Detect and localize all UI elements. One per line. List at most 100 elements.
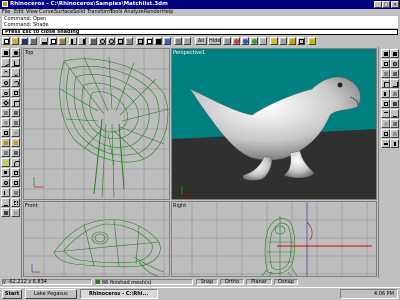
environment-button[interactable] <box>259 37 267 45</box>
right-tool-7[interactable] <box>381 79 390 88</box>
curve-tool[interactable] <box>1 68 10 77</box>
minimize-button[interactable]: _ <box>374 1 382 8</box>
start-button[interactable]: Start <box>2 289 22 299</box>
copy-tool[interactable] <box>11 168 20 177</box>
right-tool-8[interactable] <box>390 79 399 88</box>
texture-button[interactable] <box>279 37 287 45</box>
loft-tool[interactable] <box>11 108 20 117</box>
redo-button[interactable] <box>78 37 86 45</box>
planar-toggle[interactable]: Planar <box>246 279 272 285</box>
rhino-app-icon[interactable] <box>2 1 8 7</box>
right-tool-2[interactable] <box>390 49 399 58</box>
command-prompt[interactable]: Press Esc to close shading <box>2 29 398 35</box>
sphere-tool[interactable] <box>11 128 20 137</box>
zoom-button[interactable] <box>107 37 115 45</box>
menu-edit[interactable]: Edit <box>14 9 24 16</box>
copy-button[interactable] <box>49 37 57 45</box>
viewport-front[interactable]: Front <box>23 201 170 277</box>
join-tool[interactable] <box>11 148 20 157</box>
properties-button[interactable] <box>174 37 182 45</box>
rotate-view-button[interactable] <box>98 37 106 45</box>
shade-button[interactable] <box>232 37 240 45</box>
viewport-top[interactable]: Top <box>23 48 170 200</box>
scale-tool[interactable] <box>11 178 20 187</box>
array-tool[interactable] <box>11 188 20 197</box>
right-tool-12[interactable] <box>390 99 399 108</box>
layer-button[interactable] <box>163 37 171 45</box>
menu-help[interactable]: Help <box>162 9 173 16</box>
right-tool-11[interactable] <box>381 99 390 108</box>
arc-tool[interactable] <box>11 78 20 87</box>
menu-solid[interactable]: Solid <box>73 9 85 16</box>
options-button[interactable] <box>297 37 305 45</box>
freeform-curve-tool[interactable] <box>11 68 20 77</box>
right-tool-19[interactable] <box>381 139 390 148</box>
hide-button[interactable]: Hide <box>208 37 221 45</box>
color-button[interactable] <box>288 37 296 45</box>
right-tool-18[interactable] <box>390 129 399 138</box>
ellipse-tool[interactable] <box>1 88 10 97</box>
circle-tool[interactable] <box>1 78 10 87</box>
fillet-tool[interactable] <box>11 158 20 167</box>
light-button[interactable] <box>270 37 278 45</box>
print-button[interactable] <box>29 37 37 45</box>
menu-analyze[interactable]: Analyze <box>124 9 144 16</box>
menu-render[interactable]: Render <box>144 9 162 16</box>
right-tool-14[interactable] <box>390 109 399 118</box>
menu-surface[interactable]: Surface <box>54 9 73 16</box>
polygon-tool[interactable] <box>1 98 10 107</box>
render-tool[interactable] <box>11 208 20 217</box>
open-file-button[interactable] <box>11 37 19 45</box>
taskbar-item-lake-pegasus[interactable]: Lake Pegasus <box>25 289 77 299</box>
right-tool-5[interactable] <box>381 69 390 78</box>
right-tool-6[interactable] <box>390 69 399 78</box>
object-properties-button[interactable] <box>183 37 191 45</box>
layer-all-button[interactable]: All <box>195 37 207 45</box>
move-tool[interactable] <box>1 168 10 177</box>
right-tool-9[interactable] <box>381 89 390 98</box>
polyline-tool[interactable] <box>11 58 20 67</box>
close-button[interactable]: × <box>391 1 399 8</box>
rectangle-tool[interactable] <box>11 88 20 97</box>
cut-button[interactable] <box>40 37 48 45</box>
render-preview-button[interactable] <box>241 37 249 45</box>
render-button[interactable] <box>223 37 231 45</box>
box-tool[interactable] <box>1 128 10 137</box>
right-tool-13[interactable] <box>381 109 390 118</box>
snap-toggle[interactable]: Snap <box>196 279 218 285</box>
menu-curve[interactable]: Curve <box>39 9 54 16</box>
save-button[interactable] <box>20 37 28 45</box>
dimension-tool[interactable] <box>1 198 10 207</box>
right-tool-3[interactable] <box>381 59 390 68</box>
right-tool-17[interactable] <box>381 129 390 138</box>
grid-button[interactable] <box>136 37 144 45</box>
right-tool-1[interactable] <box>381 49 390 58</box>
point-tool[interactable] <box>11 48 20 57</box>
undo-button[interactable] <box>69 37 77 45</box>
select-tool[interactable] <box>1 48 10 57</box>
help-button[interactable] <box>308 37 316 45</box>
mesh-tool[interactable] <box>11 198 20 207</box>
pan-button[interactable] <box>89 37 97 45</box>
new-file-button[interactable] <box>2 37 10 45</box>
taskbar-item-rhinoceros[interactable]: Rhinoceros - C:\Rhi... <box>80 289 158 299</box>
menu-transform[interactable]: Transform <box>87 9 112 16</box>
viewport-perspective[interactable]: Perspective1 <box>171 48 377 200</box>
revolve-tool[interactable] <box>1 118 10 127</box>
rotate-tool[interactable] <box>1 178 10 187</box>
mirror-tool[interactable] <box>1 188 10 197</box>
osnap-toggle[interactable]: Osnap <box>274 279 298 285</box>
viewport-button[interactable] <box>145 37 153 45</box>
menu-tools[interactable]: Tools <box>110 9 122 16</box>
analyze-tool[interactable] <box>1 208 10 217</box>
select-button[interactable] <box>154 37 162 45</box>
viewport-right[interactable]: Right <box>171 201 377 277</box>
right-tool-15[interactable] <box>381 119 390 128</box>
right-tool-4[interactable] <box>390 59 399 68</box>
menu-view[interactable]: View <box>26 9 38 16</box>
menu-file[interactable]: File <box>2 9 10 16</box>
split-tool[interactable] <box>1 148 10 157</box>
explode-tool[interactable] <box>1 158 10 167</box>
right-tool-20[interactable] <box>390 139 399 148</box>
material-button[interactable] <box>250 37 258 45</box>
